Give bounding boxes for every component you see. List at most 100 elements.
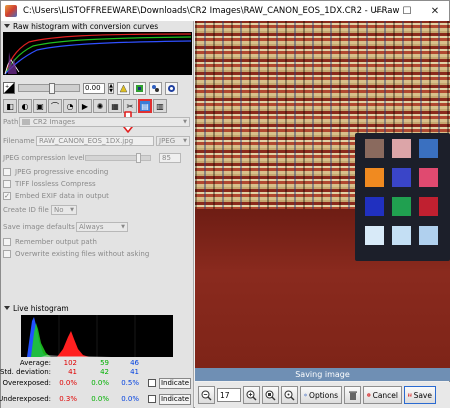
folder-icon [22, 118, 30, 125]
defaults-value: Always [79, 222, 104, 231]
exif-label: Embed EXIF data in output [15, 191, 109, 200]
tab-grayscale-icon[interactable]: ▣ [33, 99, 47, 113]
delete-icon[interactable] [344, 386, 361, 404]
std-green: 42 [100, 368, 109, 376]
exposure-value[interactable]: 0.00 [83, 82, 105, 94]
jpeg-level-value[interactable]: 85 [159, 152, 181, 163]
exif-row[interactable]: ✓ Embed EXIF data in output [3, 190, 109, 201]
overexposed-indicate-checkbox[interactable] [148, 379, 156, 387]
cancel-button[interactable]: Cancel [363, 386, 402, 404]
defaults-label: Save image defaults [3, 222, 75, 231]
tab-lens-icon[interactable]: ◔ [63, 99, 77, 113]
tool-tabs: ◧ ◐ ▣ ⌒ ◔ ▶ ✺ ▦ ✂ ▤ ▥ [3, 99, 192, 113]
live-histogram-title: Live histogram [13, 303, 69, 313]
exposure-icon: + [3, 82, 15, 94]
title-bar: C:\Users\LISTOFFREEWARE\Downloads\CR2 Im… [1, 1, 449, 21]
minimize-button[interactable]: — [365, 1, 393, 21]
tiff-row[interactable]: TIFF lossless Compress [3, 178, 96, 189]
color-patch [419, 197, 438, 216]
tab-curve-icon[interactable]: ⌒ [48, 99, 62, 113]
exposure-slider-thumb[interactable] [49, 83, 55, 94]
tab-save-icon[interactable]: ▤ [138, 99, 152, 113]
jpeg-level-row: JPEG compression level 85 [3, 152, 181, 163]
color-patch [365, 139, 384, 158]
image-preview[interactable] [195, 21, 450, 368]
exposure-spinner[interactable]: ▲ ▼ [108, 82, 114, 94]
ufraw-window: C:\Users\LISTOFFREEWARE\Downloads\CR2 Im… [0, 0, 450, 408]
underexposed-row: Underexposed: 0.3% 0.0% 0.0% Indicate [0, 393, 194, 405]
underexposed-blue: 0.0% [121, 395, 139, 403]
save-button[interactable]: Save [404, 386, 436, 404]
svg-text:+: + [5, 84, 9, 90]
average-label: Average: [19, 359, 51, 367]
tab-light-icon[interactable]: ✺ [93, 99, 107, 113]
underexposed-indicate-button[interactable]: Indicate [159, 393, 191, 405]
defaults-select[interactable]: Always [76, 221, 128, 232]
average-green: 59 [100, 359, 109, 367]
remember-row[interactable]: Remember output path [3, 236, 97, 247]
std-row: Std. deviation: 41 42 41 [0, 367, 194, 377]
defaults-row: Save image defaults Always [3, 221, 128, 232]
tiff-label: TIFF lossless Compress [15, 179, 96, 188]
tiff-checkbox[interactable] [3, 179, 11, 188]
progressive-row[interactable]: JPEG progressive encoding [3, 166, 108, 177]
zoom-input[interactable]: 17 [217, 388, 241, 402]
create-id-label: Create ID file [3, 205, 49, 214]
progressive-checkbox[interactable] [3, 167, 11, 176]
zoom-100-icon[interactable] [281, 386, 298, 404]
tab-white-balance-icon[interactable]: ◐ [18, 99, 32, 113]
filename-label: Filename [3, 136, 35, 145]
color-wheel-icon[interactable] [165, 81, 178, 95]
options-icon [304, 393, 307, 397]
raw-histogram-header[interactable]: Raw histogram with conversion curves [1, 21, 158, 31]
create-id-row: Create ID file No [3, 204, 77, 215]
overwrite-checkbox[interactable] [3, 249, 11, 258]
overexposed-label: Overexposed: [2, 379, 52, 387]
zoom-fit-icon[interactable] [262, 386, 279, 404]
maximize-button[interactable]: ☐ [393, 1, 421, 21]
status-bar: Saving image [195, 368, 450, 381]
remember-label: Remember output path [15, 237, 97, 246]
spot-values-icon[interactable] [133, 81, 146, 95]
format-select[interactable]: JPEG [156, 135, 190, 146]
progressive-label: JPEG progressive encoding [15, 167, 109, 176]
zoom-in-icon[interactable] [243, 386, 260, 404]
overexposed-row: Overexposed: 0.0% 0.0% 0.5% Indicate [1, 377, 194, 389]
window-controls: — ☐ ✕ [365, 1, 449, 21]
overwrite-row[interactable]: Overwrite existing files without asking [3, 248, 149, 259]
overwrite-label: Overwrite existing files without asking [15, 249, 150, 258]
tab-play-icon[interactable]: ▶ [78, 99, 92, 113]
path-select[interactable]: CR2 Images [19, 116, 190, 127]
zoom-out-icon[interactable] [198, 386, 215, 404]
color-patch [365, 168, 384, 187]
live-histogram-header[interactable]: Live histogram [1, 303, 194, 313]
remember-checkbox[interactable] [3, 237, 11, 246]
ufraw-app-icon [5, 5, 17, 17]
underexposed-label: Underexposed: [0, 395, 51, 403]
color-patch [419, 139, 438, 158]
overexposed-indicate-button[interactable]: Indicate [159, 377, 191, 389]
filename-field[interactable]: RAW_CANON_EOS_1DX.jpg [36, 135, 154, 146]
auto-adjust-icon[interactable] [117, 81, 130, 95]
color-patch [365, 226, 384, 245]
path-row: Path CR2 Images [3, 116, 190, 127]
underexposed-indicate-checkbox[interactable] [148, 395, 156, 403]
bottom-toolbar: 17 Options Cancel Save [195, 382, 450, 408]
reset-icon[interactable] [149, 81, 162, 95]
std-label: Std. deviation: [0, 368, 51, 376]
exposure-row: + 0.00 ▲ ▼ [3, 81, 192, 95]
options-button[interactable]: Options [300, 386, 342, 404]
exif-checkbox[interactable]: ✓ [3, 191, 11, 200]
tab-exif-icon[interactable]: ▥ [153, 99, 167, 113]
exposure-slider[interactable] [18, 83, 80, 94]
jpeg-level-slider[interactable] [85, 152, 151, 163]
create-id-select[interactable]: No [51, 204, 77, 215]
create-id-value: No [54, 205, 64, 214]
raw-histogram [3, 32, 192, 75]
jpeg-level-thumb[interactable] [136, 152, 141, 163]
close-button[interactable]: ✕ [421, 1, 449, 21]
tab-raw-icon[interactable]: ◧ [3, 99, 17, 113]
jpeg-level-label: JPEG compression level [3, 153, 85, 162]
color-patch [392, 226, 411, 245]
window-title: C:\Users\LISTOFFREEWARE\Downloads\CR2 Im… [23, 6, 400, 16]
